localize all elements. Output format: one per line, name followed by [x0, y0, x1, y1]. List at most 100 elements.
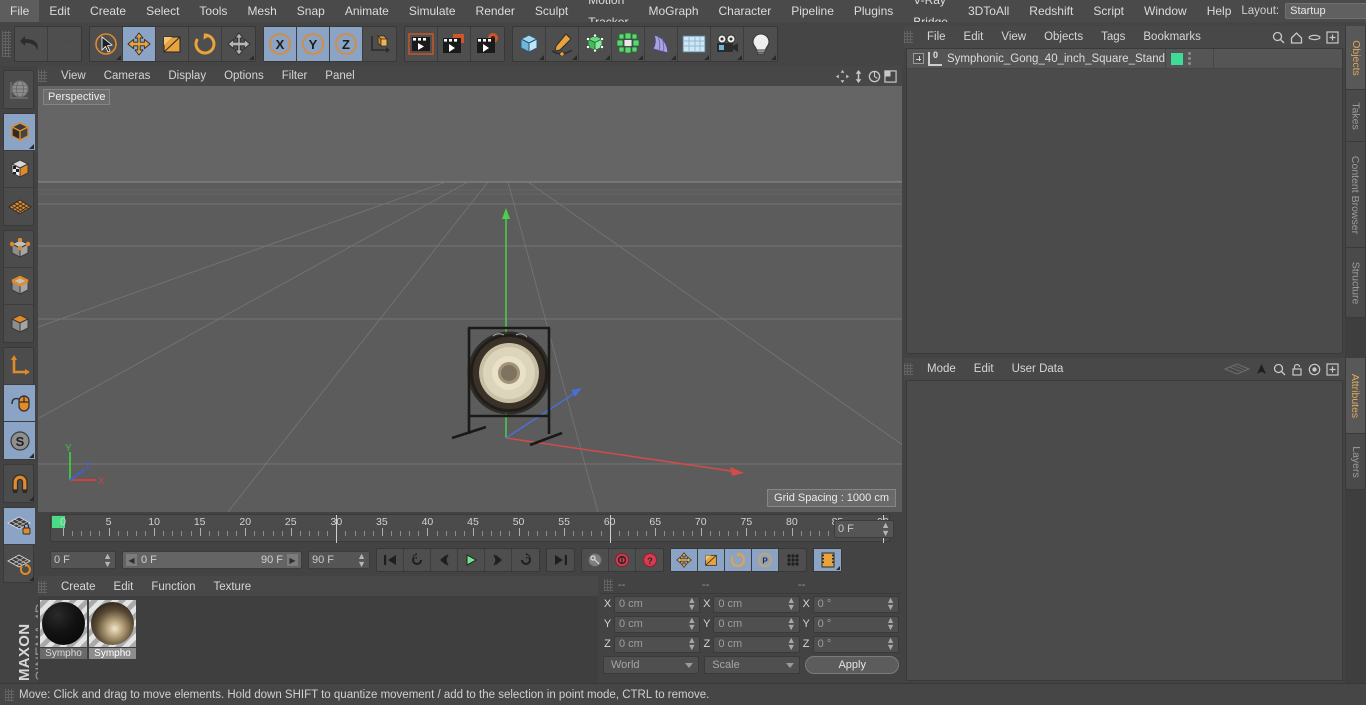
keyframe-selection-button[interactable]: ?: [636, 549, 663, 571]
menu-create[interactable]: Create: [80, 0, 136, 22]
position-x-field[interactable]: 0 cm ▲ ▼: [614, 595, 701, 613]
orbit-icon[interactable]: [868, 70, 881, 83]
render-view-button[interactable]: [405, 27, 438, 61]
viewport-menu-display[interactable]: Display: [159, 66, 215, 86]
object-menu-objects[interactable]: Objects: [1035, 26, 1092, 48]
pan-icon[interactable]: [836, 69, 849, 83]
plane-icon[interactable]: [1224, 363, 1250, 375]
menu-character[interactable]: Character: [709, 0, 782, 22]
menu-tools[interactable]: Tools: [189, 0, 237, 22]
object-tree[interactable]: 0 Symphonic_Gong_40_inch_Square_Stand: [906, 48, 1343, 354]
parameter-key-toggle[interactable]: P: [752, 549, 779, 571]
coordinate-system-dropdown[interactable]: World: [603, 656, 700, 674]
make-editable-button[interactable]: [4, 71, 35, 108]
material-menu-create[interactable]: Create: [52, 576, 105, 598]
spinner-icon[interactable]: ▲ ▼: [886, 616, 895, 632]
timeline-ruler[interactable]: 051015202530354045505560657075808590: [50, 514, 890, 543]
go-to-start-button[interactable]: [377, 549, 404, 571]
position-y-field[interactable]: 0 cm ▲ ▼: [614, 615, 701, 633]
magnet-button[interactable]: [4, 465, 35, 502]
point-level-animation-toggle[interactable]: [779, 549, 806, 571]
spinner-icon[interactable]: ▲ ▼: [687, 596, 696, 612]
play-backwards-loop-button[interactable]: [404, 549, 431, 571]
add-spline-button[interactable]: [546, 27, 579, 61]
add-array-button[interactable]: [612, 27, 645, 61]
workplane-mode-button[interactable]: [4, 188, 35, 225]
menu-edit[interactable]: Edit: [39, 0, 80, 22]
search-icon[interactable]: [1272, 31, 1285, 44]
viewport-menu-options[interactable]: Options: [215, 66, 273, 86]
viewport-menu-cameras[interactable]: Cameras: [95, 66, 160, 86]
attributes-content[interactable]: [906, 380, 1343, 681]
spinner-icon[interactable]: ▲ ▼: [886, 596, 895, 612]
vtab-takes[interactable]: Takes: [1345, 90, 1366, 142]
material-menu-function[interactable]: Function: [142, 576, 204, 598]
preview-frame-field[interactable]: 0 F ▲ ▼: [834, 520, 894, 538]
search-icon[interactable]: [1273, 363, 1286, 376]
spinner-icon[interactable]: ▲ ▼: [357, 552, 366, 569]
target-icon[interactable]: [1308, 363, 1321, 376]
object-manager-grip[interactable]: [904, 31, 913, 43]
edges-mode-button[interactable]: [4, 268, 35, 305]
new-layout-icon[interactable]: [1326, 30, 1339, 44]
x-axis-lock-button[interactable]: X: [264, 27, 297, 61]
menu-help[interactable]: Help: [1197, 0, 1242, 22]
object-menu-edit[interactable]: Edit: [955, 26, 993, 48]
menu-3dtoall[interactable]: 3DToAll: [958, 0, 1019, 22]
undo-button[interactable]: [15, 27, 48, 61]
vtab-layers[interactable]: Layers: [1345, 434, 1366, 490]
next-frame-button[interactable]: [485, 549, 512, 571]
toolbar-grip[interactable]: [2, 31, 11, 57]
viewport-menu-view[interactable]: View: [52, 66, 95, 86]
spinner-icon[interactable]: ▲ ▼: [103, 552, 112, 569]
render-settings-button[interactable]: [471, 27, 504, 61]
live-selection-button[interactable]: [90, 27, 123, 61]
arrow-up-icon[interactable]: [1255, 363, 1268, 376]
rotation-y-field[interactable]: 0 ° ▲ ▼: [812, 615, 899, 633]
add-scene-environment-button[interactable]: [678, 27, 711, 61]
apply-button[interactable]: Apply: [805, 656, 900, 674]
lock-icon[interactable]: [1291, 363, 1303, 376]
frame-range-bar[interactable]: ◀ 0 F 90 F ▶: [122, 551, 302, 569]
z-axis-lock-button[interactable]: Z: [330, 27, 363, 61]
rotation-z-field[interactable]: 0 ° ▲ ▼: [812, 635, 899, 653]
move-alt-button[interactable]: [222, 27, 255, 61]
scale-tool-button[interactable]: [156, 27, 189, 61]
attributes-menu-edit[interactable]: Edit: [965, 358, 1003, 380]
points-mode-button[interactable]: [4, 231, 35, 268]
menu-snap[interactable]: Snap: [287, 0, 335, 22]
menu-redshift[interactable]: Redshift: [1019, 0, 1083, 22]
status-grip[interactable]: [5, 688, 14, 701]
position-key-toggle[interactable]: [671, 549, 698, 571]
keyframe-mode-button[interactable]: [814, 549, 841, 571]
add-camera-button[interactable]: [711, 27, 744, 61]
viewport-grip[interactable]: [38, 70, 47, 82]
polygons-mode-button[interactable]: [4, 305, 35, 342]
vtab-structure[interactable]: Structure: [1345, 248, 1366, 318]
go-to-end-button[interactable]: [547, 549, 574, 571]
autokeying-button[interactable]: [609, 549, 636, 571]
record-active-objects-button[interactable]: [582, 549, 609, 571]
viewport-menu-panel[interactable]: Panel: [316, 66, 363, 86]
range-right-arrow-icon[interactable]: ▶: [287, 554, 298, 566]
new-layout-icon[interactable]: [1326, 362, 1339, 376]
viewport-menu-filter[interactable]: Filter: [273, 66, 317, 86]
material-menu-texture[interactable]: Texture: [204, 576, 260, 598]
spinner-icon[interactable]: ▲ ▼: [687, 636, 696, 652]
menu-render[interactable]: Render: [466, 0, 525, 22]
attributes-grip[interactable]: [904, 363, 913, 375]
play-forward-loop-button[interactable]: [512, 549, 539, 571]
enable-snapping-button[interactable]: [4, 385, 35, 422]
attributes-menu-mode[interactable]: Mode: [918, 358, 965, 380]
vtab-content-browser[interactable]: Content Browser: [1345, 142, 1366, 248]
render-to-picture-viewer-button[interactable]: [438, 27, 471, 61]
object-menu-tags[interactable]: Tags: [1092, 26, 1134, 48]
size-x-field[interactable]: 0 cm ▲ ▼: [713, 595, 800, 613]
home-icon[interactable]: [1290, 31, 1303, 44]
menu-mograph[interactable]: MoGraph: [638, 0, 708, 22]
spinner-icon[interactable]: ▲ ▼: [787, 596, 796, 612]
attributes-menu-user-data[interactable]: User Data: [1003, 358, 1073, 380]
size-z-field[interactable]: 0 cm ▲ ▼: [713, 635, 800, 653]
add-light-button[interactable]: [744, 27, 777, 61]
rotation-key-toggle[interactable]: [725, 549, 752, 571]
